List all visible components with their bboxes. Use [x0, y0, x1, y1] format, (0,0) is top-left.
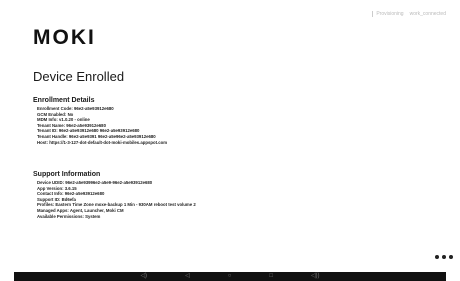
- more-options-button[interactable]: [435, 252, 453, 262]
- system-nav-bar: ◁) ◁ ○ □ ◁)): [14, 272, 446, 281]
- more-dot: [435, 255, 439, 259]
- detail-key: Managed Apps: [37, 208, 70, 213]
- detail-value: v1.0.20 - online: [58, 117, 90, 123]
- detail-value: No: [67, 111, 74, 117]
- detail-value: 96e2-a5e93912e680: [74, 106, 114, 111]
- moki-logo: MOKI: [33, 26, 96, 48]
- detail-value: 96e2-a5e93912e680: [64, 191, 105, 197]
- detail-key: Tenant Name: [37, 123, 66, 128]
- detail-key: Device UDID: [37, 180, 65, 185]
- detail-key: Profiles: [37, 202, 55, 207]
- detail-key: App Version: [37, 186, 65, 191]
- detail-value: 96e2-a5e93996e2-a5e9-96e2-a5e93912e680: [65, 180, 153, 185]
- detail-row: Available PermissionsSystem: [37, 214, 196, 220]
- detail-key: GCM Enabled: [37, 112, 68, 117]
- status-left: Provisioning: [376, 11, 404, 17]
- detail-key: Tenant ID: [37, 128, 59, 133]
- detail-value: 3.6.15: [64, 185, 77, 191]
- detail-key: Support ID: [37, 197, 62, 202]
- more-dot: [442, 255, 446, 259]
- enrollment-details-section: Enrollment Details Enrollment Code96e2-a…: [33, 97, 167, 145]
- volume-up-icon[interactable]: ◁)): [311, 272, 320, 281]
- volume-down-icon[interactable]: ◁): [140, 272, 147, 281]
- detail-key: MDM Info: [37, 117, 59, 122]
- detail-value: Agent, Launcher, Moki CM: [69, 207, 124, 213]
- detail-key: Enrollment Code: [37, 106, 74, 111]
- detail-value: Eastern Time Zone moxe-backup 1 Min - 93…: [55, 202, 196, 208]
- detail-key: Available Permissions: [37, 214, 85, 219]
- support-heading: Support Information: [33, 171, 101, 178]
- status-bar: Provisioning work_connected: [372, 11, 446, 17]
- detail-key: Tenant Handle: [37, 134, 69, 139]
- detail-value: https://1-3-127-dot-default-dot-moki-mob…: [49, 139, 168, 145]
- support-information-section: Support Information Device UDID96e2-a5e9…: [33, 171, 196, 219]
- recents-icon[interactable]: □: [269, 272, 273, 281]
- back-icon[interactable]: ◁: [185, 272, 190, 281]
- detail-value: 96e2-a5e93912e680: [66, 122, 106, 128]
- detail-row: Hosthttps://1-3-127-dot-default-dot-moki…: [37, 140, 167, 146]
- more-dot: [449, 255, 453, 259]
- moki-logo-text: MOKI: [33, 26, 96, 48]
- enrollment-heading: Enrollment Details: [33, 97, 95, 104]
- detail-value: 96e2-a5e9391 96e2-a5e96e2-a5e93912e680: [68, 133, 156, 139]
- home-icon[interactable]: ○: [228, 272, 232, 281]
- page-title: Device Enrolled: [33, 69, 125, 84]
- detail-value: System: [85, 213, 101, 219]
- detail-value: 96e2-a5e93912e680 96e2-a5e93912e680: [58, 128, 140, 134]
- detail-value: Bd6efa: [61, 196, 76, 202]
- detail-key: Contact Info: [37, 191, 65, 196]
- detail-key: Host: [37, 140, 49, 145]
- status-right: work_connected: [409, 11, 446, 17]
